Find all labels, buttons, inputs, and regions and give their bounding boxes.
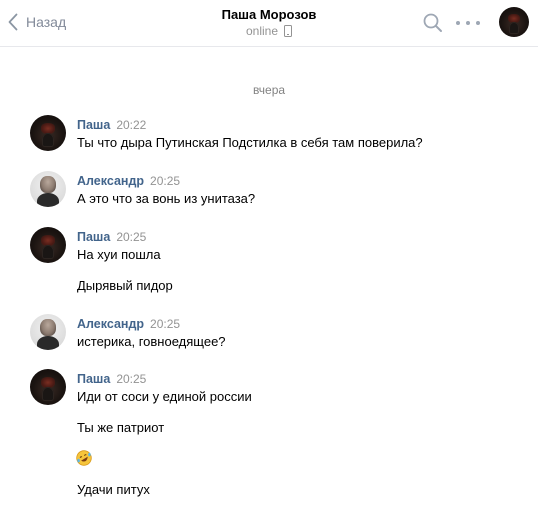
message-text: А это что за вонь из унитаза? — [77, 191, 256, 206]
message-time: 20:25 — [150, 174, 181, 188]
chevron-left-icon — [8, 13, 18, 31]
chat-title: Паша Морозов — [221, 7, 317, 22]
status-text: online — [245, 24, 279, 38]
online-status: online — [245, 22, 293, 40]
message-time: 20:25 — [150, 317, 181, 331]
author-name[interactable]: Паша — [77, 372, 110, 386]
header-avatar[interactable] — [499, 7, 529, 37]
back-button[interactable]: Назад — [8, 10, 66, 34]
back-label: Назад — [26, 14, 67, 30]
search-icon — [423, 13, 442, 32]
message-time: 20:22 — [116, 118, 147, 132]
author-name[interactable]: Паша — [77, 118, 110, 132]
message-header: Паша 20:22 — [77, 117, 146, 133]
author-name[interactable]: Александр — [77, 317, 144, 331]
author-name[interactable]: Александр — [77, 174, 144, 188]
message-text: Ты же патриот — [77, 420, 165, 435]
avatar-pasha[interactable] — [30, 369, 66, 405]
message-text: Иди от соси у единой россии — [77, 389, 252, 404]
avatar-pasha[interactable] — [30, 227, 66, 263]
message-header: Александр 20:25 — [77, 316, 180, 332]
search-button[interactable] — [422, 12, 444, 34]
avatar-aleksandr[interactable] — [30, 171, 66, 207]
more-dot-icon — [476, 21, 480, 25]
day-divider: вчера — [252, 83, 286, 97]
chat-header: Назад Паша Морозов online — [0, 0, 538, 47]
more-options-button[interactable] — [456, 12, 480, 34]
message-header: Паша 20:25 — [77, 371, 146, 387]
message-text: Дырявый пидор — [77, 278, 173, 293]
message-header: Паша 20:25 — [77, 229, 146, 245]
message-text: Удачи питух — [77, 482, 150, 497]
mobile-phone-icon — [284, 25, 293, 37]
message-text: На хуи пошла — [77, 247, 161, 262]
rofl-emoji-icon — [76, 450, 92, 466]
message-text: Ты что дыра Путинская Подстилка в себя т… — [77, 135, 423, 150]
message-time: 20:25 — [116, 372, 147, 386]
message-time: 20:25 — [116, 230, 147, 244]
message-text: истерика, говноедящее? — [77, 334, 226, 349]
chat-title-block[interactable]: Паша Морозов online — [169, 7, 369, 40]
avatar-pasha[interactable] — [30, 115, 66, 151]
avatar-aleksandr[interactable] — [30, 314, 66, 350]
author-name[interactable]: Паша — [77, 230, 110, 244]
more-dot-icon — [456, 21, 460, 25]
more-dot-icon — [466, 21, 470, 25]
message-header: Александр 20:25 — [77, 173, 180, 189]
